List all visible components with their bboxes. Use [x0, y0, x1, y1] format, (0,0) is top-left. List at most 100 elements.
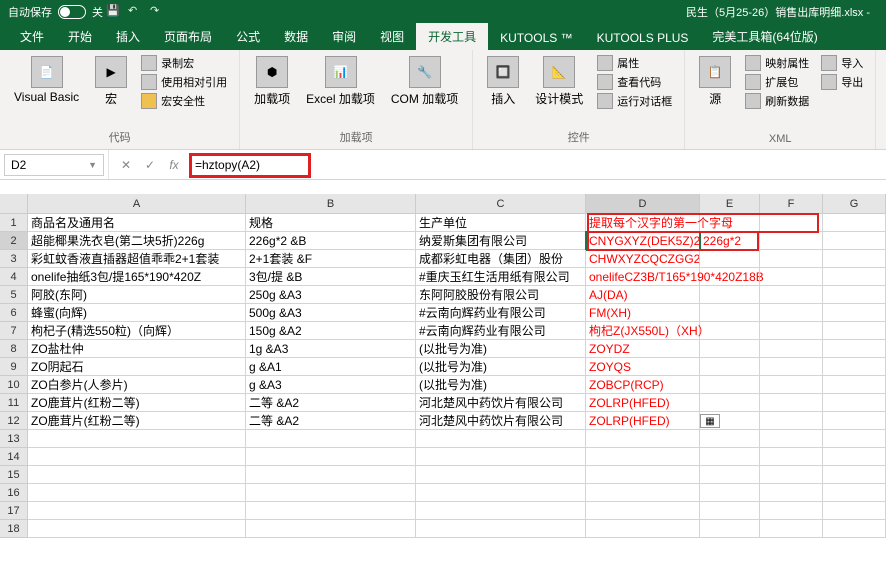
cell[interactable]: 226g*2 [700, 232, 760, 250]
cell[interactable] [823, 412, 886, 430]
cell[interactable] [700, 466, 760, 484]
cell[interactable] [823, 394, 886, 412]
cell[interactable] [416, 430, 586, 448]
row-header[interactable]: 14 [0, 448, 28, 466]
row-header[interactable]: 2 [0, 232, 28, 250]
cell[interactable]: 河北楚风中药饮片有限公司 [416, 394, 586, 412]
row-header[interactable]: 4 [0, 268, 28, 286]
row-header[interactable]: 15 [0, 466, 28, 484]
cell[interactable] [823, 520, 886, 538]
formula-input[interactable] [195, 154, 882, 176]
cell[interactable]: ZOLRP(HFED) [586, 412, 700, 430]
cell[interactable]: ZO鹿茸片(红粉二等) [28, 412, 246, 430]
save-icon[interactable]: 💾 [106, 4, 122, 20]
cell[interactable] [700, 376, 760, 394]
tab-view[interactable]: 视图 [368, 23, 416, 50]
cell[interactable]: 成都彩虹电器（集团）股份 [416, 250, 586, 268]
addin-button[interactable]: ⬢加载项 [248, 54, 296, 109]
cell[interactable] [700, 214, 760, 232]
cell[interactable] [700, 502, 760, 520]
tab-developer[interactable]: 开发工具 [416, 23, 488, 50]
row-header[interactable]: 10 [0, 376, 28, 394]
select-all-corner[interactable] [0, 194, 28, 213]
cell[interactable] [416, 448, 586, 466]
design-mode-button[interactable]: 📐设计模式 [529, 54, 589, 109]
cell[interactable]: 超能椰果洗衣皂(第二块5折)226g [28, 232, 246, 250]
cell[interactable]: onelifeCZ3B/T165*190*420Z18B [586, 268, 700, 286]
cell[interactable] [823, 304, 886, 322]
cell[interactable] [760, 322, 823, 340]
row-header[interactable]: 16 [0, 484, 28, 502]
tab-data[interactable]: 数据 [272, 23, 320, 50]
row-header[interactable]: 18 [0, 520, 28, 538]
row-header[interactable]: 7 [0, 322, 28, 340]
cell[interactable] [700, 268, 760, 286]
cell[interactable] [700, 448, 760, 466]
cell[interactable] [760, 286, 823, 304]
refresh-button[interactable]: 刷新数据 [741, 92, 813, 110]
row-header[interactable]: 17 [0, 502, 28, 520]
cell[interactable]: 2+1套装 &F [246, 250, 416, 268]
cell[interactable]: ZOLRP(HFED) [586, 394, 700, 412]
cell[interactable] [586, 448, 700, 466]
cell[interactable] [416, 466, 586, 484]
cell[interactable]: AJ(DA) [586, 286, 700, 304]
col-header-a[interactable]: A [28, 194, 246, 213]
cell[interactable]: ZO白参片(人参片) [28, 376, 246, 394]
cell[interactable] [823, 322, 886, 340]
tab-formulas[interactable]: 公式 [224, 23, 272, 50]
cell[interactable]: 250g &A3 [246, 286, 416, 304]
cell[interactable]: 500g &A3 [246, 304, 416, 322]
cell[interactable] [700, 322, 760, 340]
cell[interactable] [246, 466, 416, 484]
properties-button[interactable]: 属性 [593, 54, 676, 72]
cell[interactable]: ZO鹿茸片(红粉二等) [28, 394, 246, 412]
cell[interactable] [700, 340, 760, 358]
cell[interactable]: 商品名及通用名 [28, 214, 246, 232]
row-header[interactable]: 3 [0, 250, 28, 268]
cell[interactable]: 二等 &A2 [246, 394, 416, 412]
cell[interactable]: 二等 &A2 [246, 412, 416, 430]
cell[interactable] [823, 250, 886, 268]
cell[interactable]: (以批号为准) [416, 340, 586, 358]
chevron-down-icon[interactable]: ▼ [88, 160, 97, 170]
cell[interactable]: 纳爱斯集团有限公司 [416, 232, 586, 250]
cell[interactable]: ZO阴起石 [28, 358, 246, 376]
cell[interactable] [823, 376, 886, 394]
tab-review[interactable]: 审阅 [320, 23, 368, 50]
record-macro-button[interactable]: 录制宏 [137, 54, 231, 72]
map-props-button[interactable]: 映射属性 [741, 54, 813, 72]
cell[interactable] [586, 484, 700, 502]
tab-layout[interactable]: 页面布局 [152, 23, 224, 50]
cell[interactable] [700, 358, 760, 376]
cell[interactable]: 提取每个汉字的第一个字母 [586, 214, 700, 232]
cell[interactable]: 150g &A2 [246, 322, 416, 340]
undo-icon[interactable]: ↶ [128, 4, 144, 20]
col-header-b[interactable]: B [246, 194, 416, 213]
excel-addin-button[interactable]: 📊Excel 加载项 [300, 54, 381, 109]
cell[interactable] [416, 484, 586, 502]
spreadsheet-grid[interactable]: A B C D E F G 1商品名及通用名规格生产单位提取每个汉字的第一个字母… [0, 194, 886, 538]
cell[interactable] [760, 232, 823, 250]
relative-ref-button[interactable]: 使用相对引用 [137, 73, 231, 91]
cell[interactable]: 蜂蜜(向辉) [28, 304, 246, 322]
name-box[interactable]: D2 ▼ [4, 154, 104, 176]
cell[interactable] [586, 520, 700, 538]
cell[interactable] [246, 430, 416, 448]
import-button[interactable]: 导入 [817, 54, 867, 72]
cell[interactable] [28, 520, 246, 538]
tab-kutools-plus[interactable]: KUTOOLS PLUS [585, 26, 701, 50]
cell[interactable] [700, 250, 760, 268]
cell[interactable] [760, 250, 823, 268]
cell[interactable]: onelife抽纸3包/提165*190*420Z [28, 268, 246, 286]
cell[interactable]: #云南向辉药业有限公司 [416, 322, 586, 340]
row-header[interactable]: 11 [0, 394, 28, 412]
cell[interactable]: 1g &A3 [246, 340, 416, 358]
enter-formula-button[interactable]: ✓ [141, 156, 159, 174]
cell[interactable]: ZO盐杜仲 [28, 340, 246, 358]
cell[interactable] [700, 394, 760, 412]
cancel-formula-button[interactable]: ✕ [117, 156, 135, 174]
cell[interactable] [246, 502, 416, 520]
auto-save-toggle[interactable]: 自动保存 关 [8, 4, 103, 20]
cell[interactable] [823, 466, 886, 484]
